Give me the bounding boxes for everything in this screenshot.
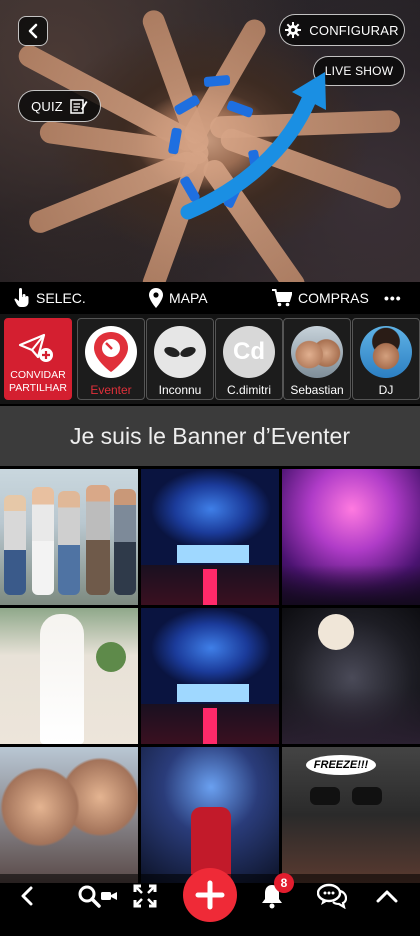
initials-avatar: Cd: [223, 326, 275, 378]
contact-tile-cdimitri[interactable]: Cd C.dimitri: [215, 318, 283, 400]
alien-eyes-icon: [164, 346, 196, 358]
nav-chat-button[interactable]: [314, 874, 350, 918]
contact-tile-sebastian[interactable]: Sebastian: [283, 318, 351, 400]
freeze-text: FREEZE!!!: [313, 759, 369, 771]
select-button[interactable]: SELEC.: [14, 282, 86, 314]
map-pin-icon: [149, 288, 163, 308]
contact-tile-eventer[interactable]: Eventer: [77, 318, 145, 400]
contact-label-inconnu: Inconnu: [158, 383, 202, 397]
photo-grid: [0, 469, 420, 936]
grid-photo-nightclub[interactable]: [282, 608, 420, 744]
pointer-hand-icon: [14, 288, 29, 307]
grid-photo-concert-hall-2[interactable]: [141, 608, 279, 744]
paper-plane-plus-icon: [18, 333, 53, 362]
notification-badge: 8: [274, 873, 294, 893]
notification-count: 8: [280, 876, 288, 890]
shopping-button[interactable]: COMPRAS: [272, 282, 369, 314]
grid-photo-dance-party[interactable]: [141, 747, 279, 883]
map-label: MAPA: [169, 290, 208, 306]
nav-scroll-up-button[interactable]: [372, 874, 402, 918]
eventer-logo-avatar: [85, 326, 137, 378]
contact-label-eventer: Eventer: [90, 383, 132, 397]
select-label: SELEC.: [36, 290, 86, 306]
map-button[interactable]: MAPA: [149, 282, 208, 314]
invite-label-line1: CONVIDAR: [10, 369, 66, 381]
more-menu-button[interactable]: •••: [384, 282, 402, 314]
grid-photo-party-crowd[interactable]: [282, 469, 420, 605]
invite-label-line2: PARTILHAR: [9, 382, 67, 394]
chevron-up-icon: [376, 890, 398, 903]
contact-label-sebastian: Sebastian: [290, 383, 344, 397]
freeze-speech-bubble: FREEZE!!!: [306, 755, 376, 775]
shopping-cart-icon: [272, 289, 292, 307]
expand-icon: [133, 884, 157, 908]
grid-photo-concert-hall[interactable]: [141, 469, 279, 605]
alien-avatar: [154, 326, 206, 378]
dj-photo-avatar: [360, 326, 412, 378]
grid-photo-group-friends[interactable]: [0, 469, 138, 605]
banner-text: Je suis le Banner d’Eventer: [70, 422, 350, 449]
nav-fullscreen-button[interactable]: [130, 874, 160, 918]
tutorial-arrow-icon: [180, 72, 326, 220]
video-camera-icon: [101, 892, 117, 900]
nav-back-button[interactable]: [12, 874, 42, 918]
location-pin-icon: [94, 332, 128, 372]
sebastian-photo-avatar: [291, 326, 343, 378]
nav-search-video-button[interactable]: [72, 874, 122, 918]
add-button[interactable]: [183, 868, 237, 922]
shopping-label: COMPRAS: [298, 290, 369, 306]
chat-bubbles-icon: [317, 883, 347, 909]
contact-tile-dj[interactable]: DJ: [352, 318, 420, 400]
contacts-strip: CONVIDAR PARTILHAR Eventer Inconnu Cd C.…: [0, 314, 420, 404]
more-icon: •••: [384, 290, 402, 306]
avatar-initials: Cd: [233, 338, 265, 365]
grid-photo-friends-selfie[interactable]: [0, 747, 138, 883]
grid-photo-bride[interactable]: [0, 608, 138, 744]
contact-label-dj: DJ: [378, 383, 394, 397]
action-toolbar: SELEC. MAPA COMPRAS •••: [0, 282, 420, 314]
event-banner[interactable]: Je suis le Banner d’Eventer: [0, 406, 420, 466]
chevron-left-icon: [21, 886, 33, 906]
plus-icon: [195, 880, 225, 910]
search-icon: [78, 885, 101, 908]
contact-tile-inconnu[interactable]: Inconnu: [146, 318, 214, 400]
invite-share-button[interactable]: CONVIDAR PARTILHAR: [4, 318, 72, 400]
contact-label-cdimitri: C.dimitri: [227, 383, 271, 397]
